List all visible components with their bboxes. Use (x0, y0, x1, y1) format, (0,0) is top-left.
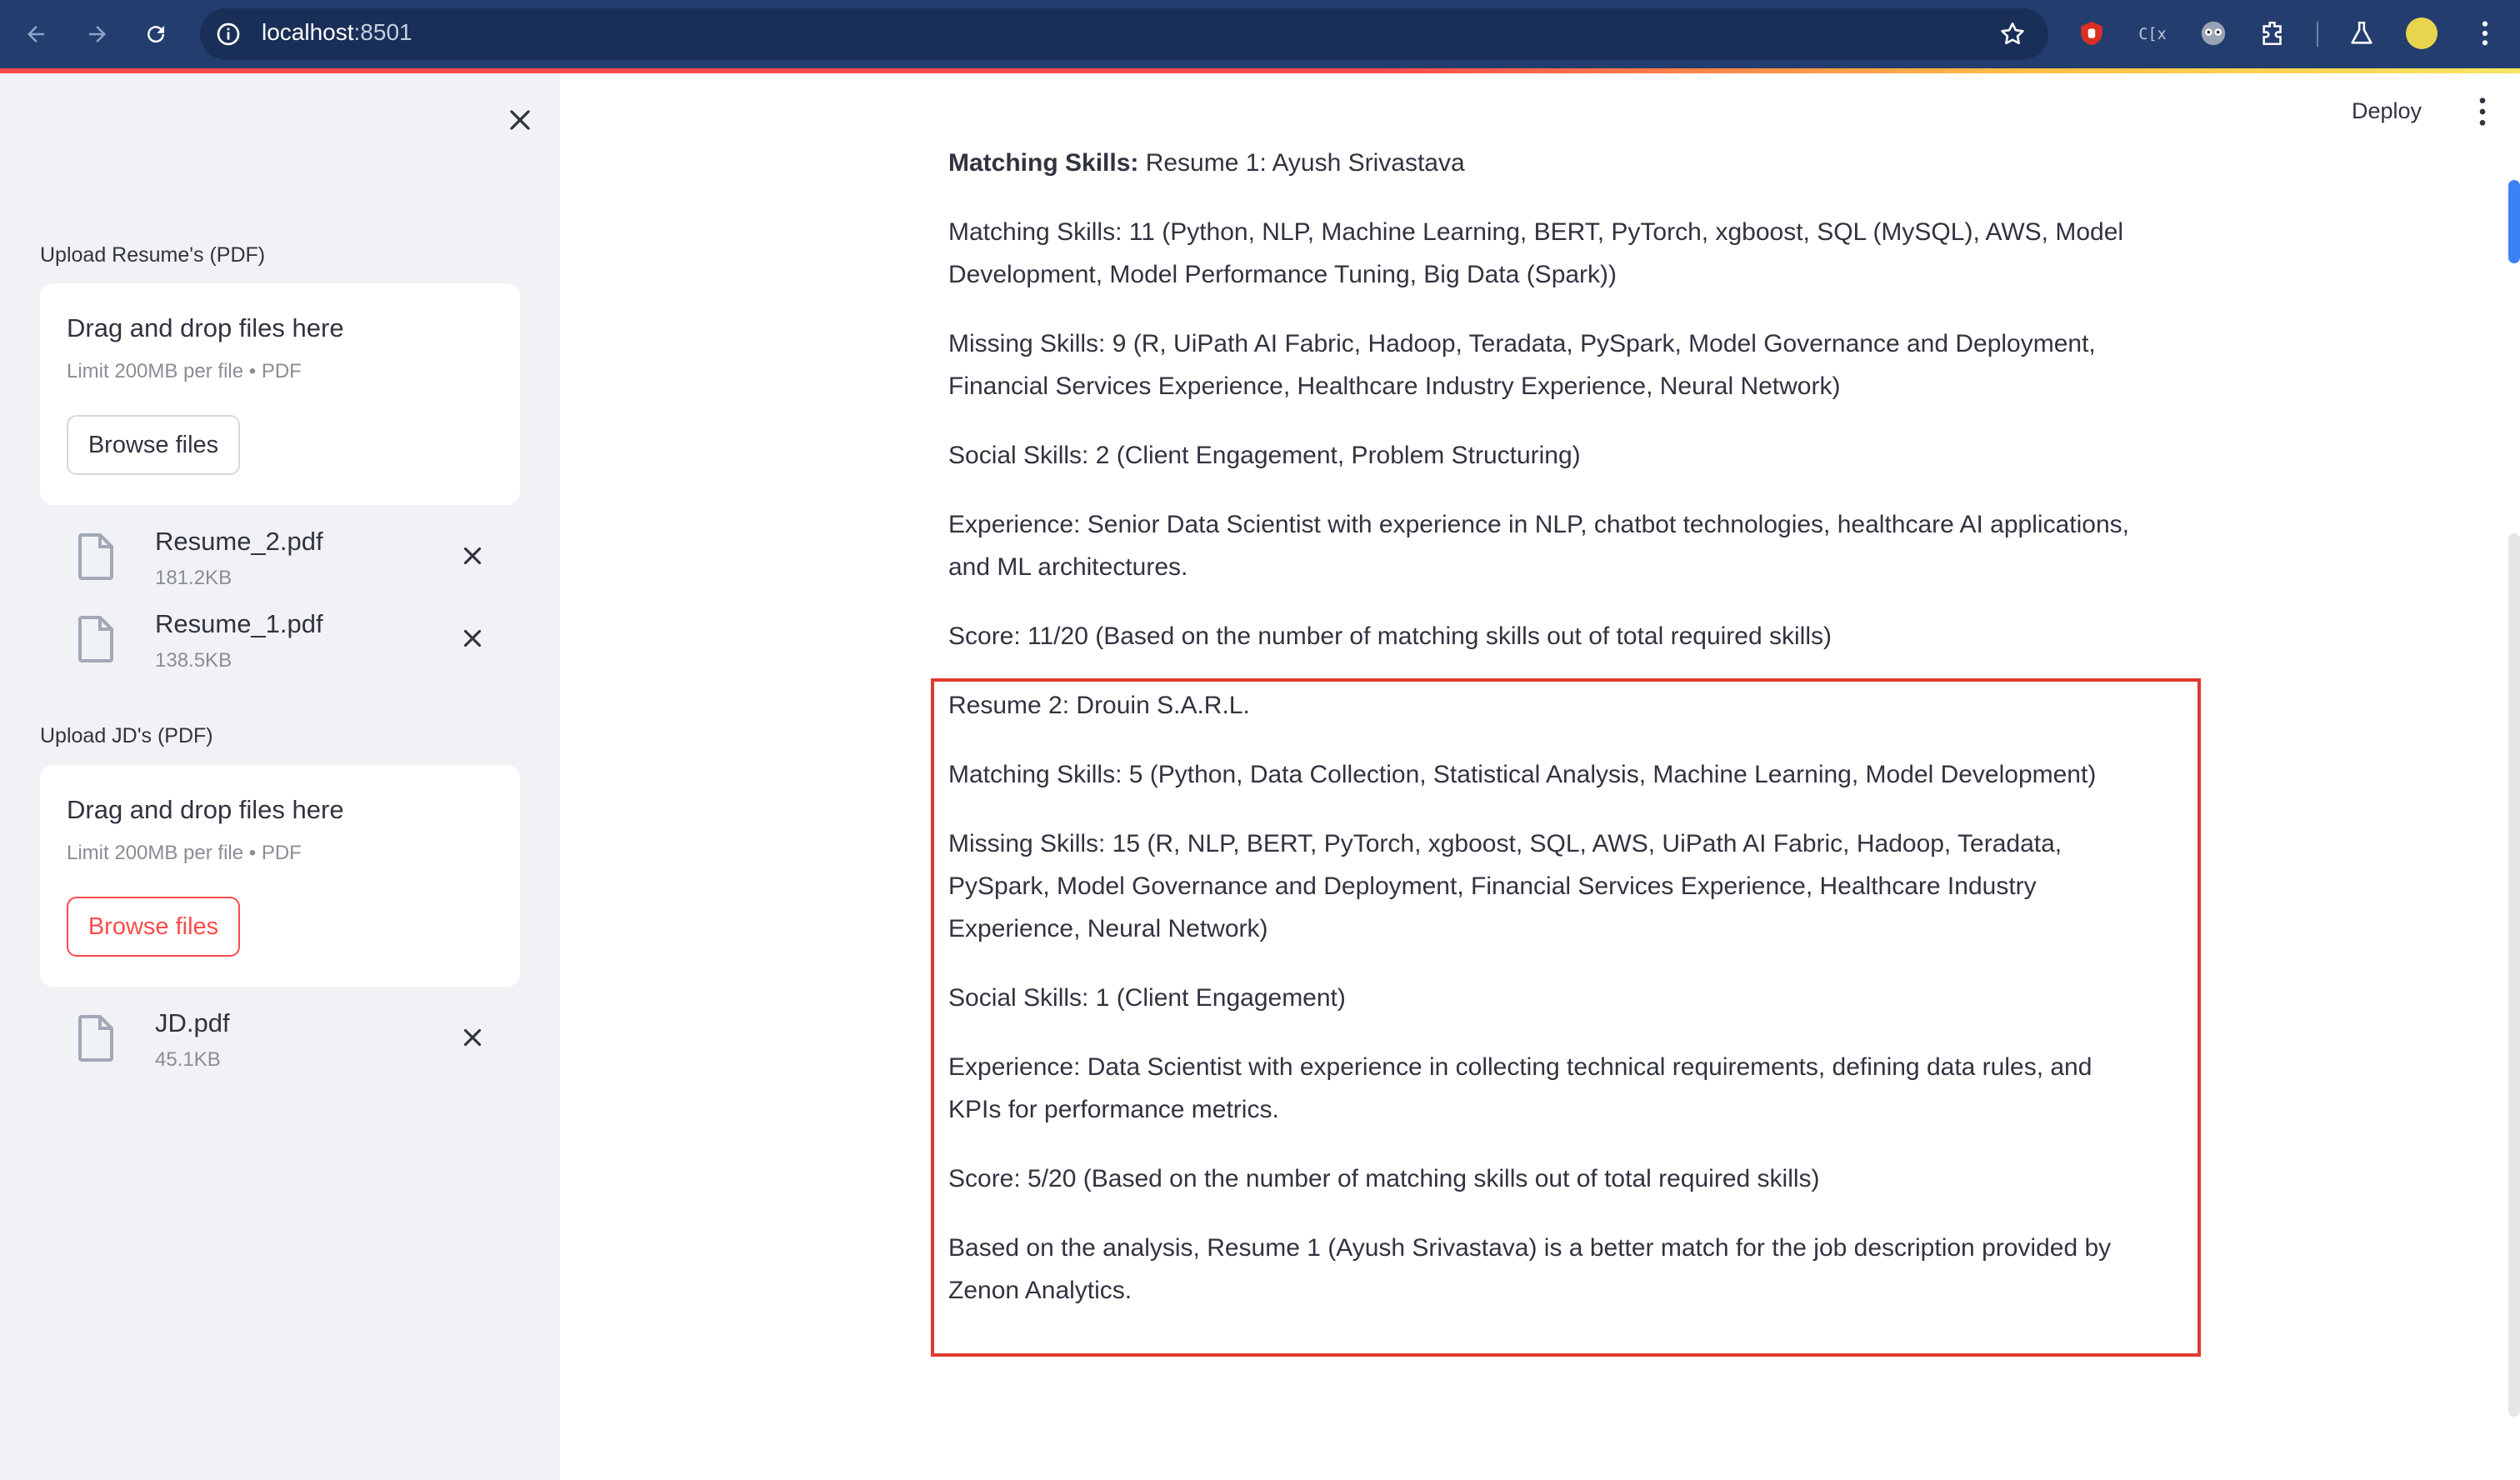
sidebar: Upload Resume's (PDF) Drag and drop file… (0, 73, 560, 1480)
profile-avatar[interactable] (2405, 17, 2438, 50)
uploaded-file-row: Resume_2.pdf 181.2KB (40, 527, 520, 602)
resume-uploader-label: Upload Resume's (PDF) (40, 243, 266, 267)
resume-dropzone[interactable]: Drag and drop files here Limit 200MB per… (40, 283, 520, 505)
resume1-score: Score: 11/20 (Based on the number of mat… (948, 622, 1832, 650)
resume1-social-skills: Social Skills: 2 (Client Engagement, Pro… (948, 442, 1581, 469)
file-size: 181.2KB (155, 567, 232, 589)
file-name: Resume_1.pdf (155, 609, 323, 638)
url-host: localhost (262, 19, 354, 45)
file-name: Resume_2.pdf (155, 527, 323, 556)
heading-text: Resume 1: Ayush Srivastava (1138, 149, 1465, 177)
close-sidebar-icon[interactable] (503, 103, 537, 137)
resume-browse-button[interactable]: Browse files (67, 415, 240, 475)
jd-browse-button[interactable]: Browse files (67, 897, 240, 957)
resume1-matching-skills: Matching Skills: 11 (Python, NLP, Machin… (948, 218, 2124, 288)
labs-flask-icon[interactable] (2345, 17, 2378, 50)
site-info-icon[interactable] (215, 21, 242, 48)
jd-dropzone[interactable]: Drag and drop files here Limit 200MB per… (40, 765, 520, 987)
remove-file-icon[interactable] (458, 1023, 487, 1052)
scrollbar[interactable] (2508, 533, 2520, 1417)
bookmark-star-icon[interactable] (1998, 20, 2027, 48)
extensions-puzzle-icon[interactable] (2257, 17, 2290, 50)
main-menu-icon[interactable] (2472, 95, 2493, 128)
file-icon (77, 1015, 113, 1062)
highlight-annotation-box (931, 678, 2201, 1357)
toolbar-divider (2317, 22, 2318, 47)
remove-file-icon[interactable] (458, 542, 487, 570)
browser-toolbar: localhost:8501 C[x] (0, 0, 2520, 68)
uploaded-file-row: Resume_1.pdf 138.5KB (40, 609, 520, 684)
ad-blocker-extension-icon[interactable] (2075, 17, 2108, 50)
remove-file-icon[interactable] (458, 624, 487, 652)
url-port: :8501 (353, 19, 412, 45)
owl-extension-icon[interactable] (2197, 17, 2230, 50)
reload-icon[interactable] (138, 17, 173, 52)
resume1-heading: Matching Skills: Resume 1: Ayush Srivast… (948, 142, 2132, 184)
dropzone-title: Drag and drop files here (67, 795, 344, 824)
heading-bold: Matching Skills: (948, 149, 1139, 177)
file-icon (77, 533, 113, 580)
dropzone-limit: Limit 200MB per file • PDF (67, 842, 302, 864)
scroll-indicator[interactable] (2508, 180, 2520, 263)
dropzone-limit: Limit 200MB per file • PDF (67, 360, 302, 382)
address-bar[interactable]: localhost:8501 (200, 8, 2048, 60)
file-icon (77, 616, 113, 662)
uploaded-file-row: JD.pdf 45.1KB (40, 1008, 520, 1083)
browser-menu-icon[interactable] (2468, 17, 2502, 50)
url-text: localhost:8501 (262, 19, 412, 46)
file-size: 138.5KB (155, 649, 232, 672)
file-name: JD.pdf (155, 1008, 230, 1038)
resume1-experience: Experience: Senior Data Scientist with e… (948, 511, 2129, 581)
formula-extension-icon[interactable]: C[x] (2135, 17, 2168, 50)
jd-uploader-label: Upload JD's (PDF) (40, 724, 213, 748)
file-size: 45.1KB (155, 1048, 221, 1071)
forward-arrow-icon[interactable] (80, 17, 115, 52)
dropzone-title: Drag and drop files here (67, 313, 344, 342)
svg-text:C[x]: C[x] (2138, 26, 2166, 43)
resume1-missing-skills: Missing Skills: 9 (R, UiPath AI Fabric, … (948, 330, 2096, 400)
deploy-button[interactable]: Deploy (2352, 98, 2422, 124)
back-arrow-icon[interactable] (18, 17, 53, 52)
